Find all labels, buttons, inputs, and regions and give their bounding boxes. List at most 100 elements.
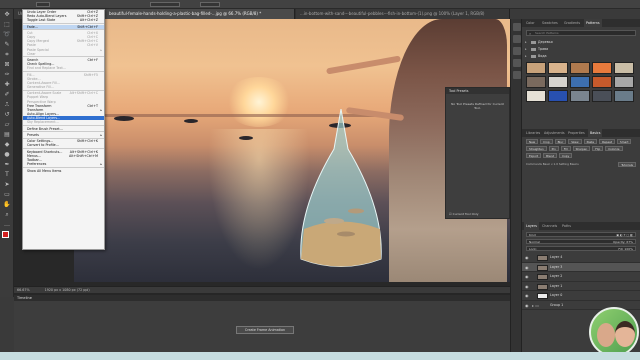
basics-button[interactable]: Blend: [543, 153, 558, 158]
pattern-swatch[interactable]: [570, 76, 590, 88]
mode-select[interactable]: [150, 2, 180, 7]
pattern-swatch[interactable]: [548, 62, 568, 74]
tutorials-button[interactable]: Tutorials: [618, 162, 636, 167]
basics-button[interactable]: Repeat: [599, 139, 615, 144]
layer-row[interactable]: ◉ Layer 0: [522, 291, 640, 301]
basics-button[interactable]: Straighten: [526, 146, 547, 151]
history-icon[interactable]: [513, 23, 521, 31]
layer-row[interactable]: ◉ Layer 3: [522, 262, 640, 272]
pattern-swatch[interactable]: [548, 90, 568, 102]
crop-tool-icon[interactable]: ⌗: [2, 50, 12, 59]
tab-swatches[interactable]: Swatches: [540, 19, 560, 27]
visibility-eye-icon[interactable]: ◉: [525, 272, 529, 282]
tab-beautiful-female-hands[interactable]: beautiful-female-hands-holding-a-plastic…: [105, 9, 295, 19]
pattern-swatch[interactable]: [570, 90, 590, 102]
quick-select-tool-icon[interactable]: ✎: [2, 40, 12, 49]
zoom-level[interactable]: 66.67%: [14, 288, 30, 292]
pattern-swatch[interactable]: [614, 62, 634, 74]
path-select-tool-icon[interactable]: ➤: [2, 180, 12, 189]
history-brush-tool-icon[interactable]: ↺: [2, 110, 12, 119]
tab-layers[interactable]: Layers: [524, 222, 539, 230]
pen-tool-icon[interactable]: ✒: [2, 160, 12, 169]
current-tool-only-checkbox[interactable]: ☑ Current Tool Only: [449, 212, 479, 216]
basics-button[interactable]: Blur: [554, 139, 567, 144]
marquee-tool-icon[interactable]: ⬚: [2, 20, 12, 29]
pattern-swatch[interactable]: [592, 76, 612, 88]
menu-item[interactable]: Show All Menu Items: [23, 169, 104, 173]
basics-button[interactable]: Smart: [617, 139, 632, 144]
pattern-folder[interactable]: Деревья: [522, 39, 640, 46]
basics-button[interactable]: Fill: [560, 146, 571, 151]
brush-tool-icon[interactable]: ✐: [2, 90, 12, 99]
zoom-tool-icon[interactable]: ⌕: [2, 210, 12, 219]
pattern-swatch[interactable]: [570, 62, 590, 74]
pattern-swatch[interactable]: [592, 90, 612, 102]
patterns-search-input[interactable]: ⌕ Search Patterns: [526, 30, 636, 36]
character-icon[interactable]: [513, 59, 521, 67]
brush-settings-icon[interactable]: [513, 71, 521, 79]
layer-row[interactable]: ◉ Layer 2: [522, 272, 640, 282]
menu-item[interactable]: Fade... Shift+Ctrl+F: [23, 24, 104, 29]
tab-properties[interactable]: Properties: [566, 129, 587, 137]
pattern-folder[interactable]: Трава: [522, 46, 640, 53]
tool-preset-picker[interactable]: [36, 2, 50, 7]
pattern-folder[interactable]: Вода: [522, 53, 640, 60]
basics-button[interactable]: Skew: [568, 139, 582, 144]
option-field[interactable]: [200, 2, 220, 7]
create-frame-animation-button[interactable]: Create Frame Animation: [236, 326, 294, 334]
eyedropper-tool-icon[interactable]: ✑: [2, 70, 12, 79]
gradient-tool-icon[interactable]: ▤: [2, 130, 12, 139]
healing-tool-icon[interactable]: ✚: [2, 80, 12, 89]
tab-gradients[interactable]: Gradients: [562, 19, 582, 27]
menu-item[interactable]: Preferences ▸: [23, 162, 104, 166]
tab-libraries[interactable]: Libraries: [524, 129, 542, 137]
move-tool-icon[interactable]: ✥: [2, 10, 12, 19]
tab-adjustments[interactable]: Adjustments: [542, 129, 567, 137]
pattern-swatch[interactable]: [526, 76, 546, 88]
pattern-swatch[interactable]: [548, 76, 568, 88]
stamp-tool-icon[interactable]: ⎍: [2, 100, 12, 109]
pattern-swatch[interactable]: [614, 90, 634, 102]
basics-button[interactable]: Colorize: [605, 146, 623, 151]
basics-button[interactable]: Pin: [548, 146, 559, 151]
basics-button[interactable]: Export: [526, 153, 542, 158]
basics-button[interactable]: Paste: [583, 139, 598, 144]
menu-item[interactable]: Toggle Last State Alt+Ctrl+Z: [23, 18, 104, 22]
pattern-swatch[interactable]: [526, 90, 546, 102]
fill-control[interactable]: Fill: 100%: [618, 247, 633, 251]
tab-fish-bottom[interactable]: ...in-bottom-with-sand---beautiful-pebbl…: [296, 9, 510, 19]
layer-row[interactable]: ◉ Layer 4: [522, 253, 640, 263]
layer-row[interactable]: ◉ Layer 1: [522, 282, 640, 291]
paragraph-icon[interactable]: [513, 47, 521, 55]
basics-button[interactable]: Flip: [592, 146, 604, 151]
basics-button[interactable]: New: [526, 139, 539, 144]
basics-button[interactable]: Sharpen: [572, 146, 591, 151]
menu-item[interactable]: Define Brush Preset...: [23, 127, 104, 131]
blend-mode-select[interactable]: Normal: [529, 240, 540, 244]
visibility-eye-icon[interactable]: ◉: [525, 253, 529, 263]
pattern-swatch[interactable]: [526, 62, 546, 74]
dodge-tool-icon[interactable]: ●: [2, 150, 12, 159]
tab-paths[interactable]: Paths: [560, 222, 573, 230]
tab-color[interactable]: Color: [524, 19, 537, 27]
frame-tool-icon[interactable]: ⊠: [2, 60, 12, 69]
eraser-tool-icon[interactable]: ▱: [2, 120, 12, 129]
pattern-swatch[interactable]: [592, 62, 612, 74]
visibility-eye-icon[interactable]: ◉: [525, 301, 529, 311]
lasso-tool-icon[interactable]: ➰: [2, 30, 12, 39]
opacity-control[interactable]: Opacity: 67%: [613, 240, 633, 244]
visibility-eye-icon[interactable]: ◉: [525, 291, 529, 301]
type-tool-icon[interactable]: T: [2, 170, 12, 179]
tab-channels[interactable]: Channels: [540, 222, 559, 230]
info-icon[interactable]: [513, 35, 521, 43]
blur-tool-icon[interactable]: ◆: [2, 140, 12, 149]
pattern-swatch[interactable]: [614, 76, 634, 88]
tab-basics[interactable]: Basics: [588, 129, 603, 137]
hand-tool-icon[interactable]: ✋: [2, 200, 12, 209]
menu-item[interactable]: Convert to Profile...: [23, 143, 104, 147]
more-tools-icon[interactable]: …: [2, 220, 12, 229]
basics-button[interactable]: Crop: [540, 139, 553, 144]
menu-item[interactable]: Presets ▸: [23, 133, 104, 137]
shape-tool-icon[interactable]: ▭: [2, 190, 12, 199]
foreground-color-swatch[interactable]: [2, 231, 9, 238]
